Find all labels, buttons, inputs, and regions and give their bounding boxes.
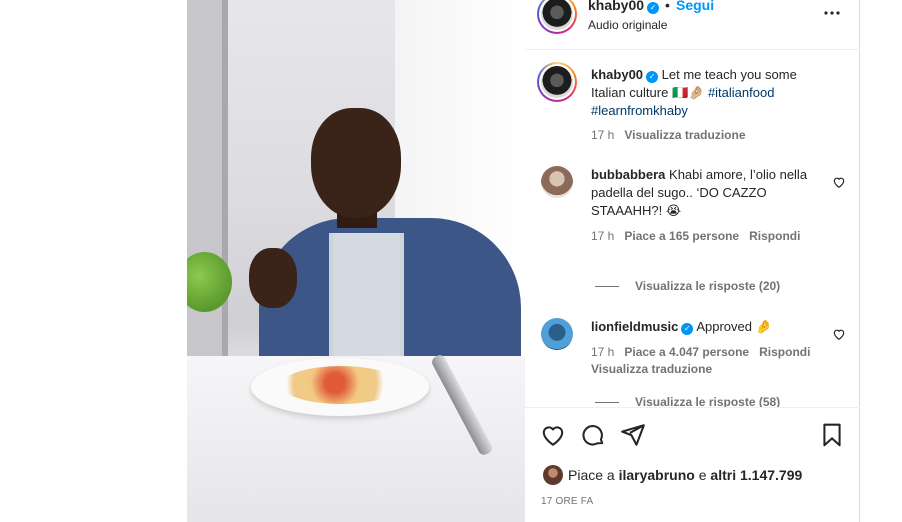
person [249,108,521,378]
translate-link[interactable]: Visualizza traduzione [624,128,745,142]
verified-badge-icon: ✓ [681,323,694,335]
caption-text: khaby00 ✓ Let me teach you some Italian c… [591,67,797,118]
caption-meta: 17 h Visualizza traduzione [591,128,746,142]
reply-button[interactable]: Rispondi [759,345,810,359]
comment-bubble-icon[interactable] [580,422,606,448]
more-options-icon[interactable] [822,3,842,23]
likes-summary[interactable]: Piace a ilaryabruno e altri 1.147.799 [568,467,802,483]
avatar[interactable] [541,318,573,350]
verified-badge-icon: ✓ [646,71,659,83]
comment-text: lionfieldmusic ✓ Approved 🤌 [591,319,772,335]
hashtag-link[interactable]: #italianfood [708,85,775,100]
audio-link[interactable]: Audio originale [588,18,667,32]
avatar[interactable] [543,465,563,485]
avatar[interactable] [541,166,573,198]
view-replies-button[interactable]: Visualizza le risposte (58) [595,395,780,407]
comment-likes[interactable]: Piace a 165 persone [624,229,739,243]
save-bookmark-icon[interactable] [819,422,845,448]
hashtag-link[interactable]: #learnfromkhaby [591,103,688,118]
verified-badge-icon: ✓ [647,2,660,14]
separator-dot: • [665,0,670,13]
comment-username[interactable]: bubbabbera [591,167,665,182]
comment-meta: 17 h Piace a 165 persone Rispondi [591,229,801,243]
comment-likes[interactable]: Piace a 4.047 persone [624,345,749,359]
like-comment-heart-icon[interactable] [832,175,846,189]
share-paper-plane-icon[interactable] [620,422,646,448]
follow-button[interactable]: Segui [676,0,714,13]
like-heart-icon[interactable] [540,422,566,448]
comments-list[interactable]: khaby00 ✓ Let me teach you some Italian c… [525,50,860,407]
post-actions: Piace a ilaryabruno e altri 1.147.799 17… [525,407,860,522]
post-side-panel: khaby00 ✓ • Segui Audio originale khaby00… [525,0,860,522]
post-video[interactable] [187,0,525,522]
comment-text: bubbabbera Khabi amore, l’olio nella pad… [591,167,808,218]
like-comment-heart-icon[interactable] [832,327,846,341]
post-header: khaby00 ✓ • Segui Audio originale [525,0,860,50]
avatar[interactable] [537,62,577,102]
comment-meta: 17 h Piace a 4.047 persone Rispondi [591,345,811,359]
video-background [222,0,228,360]
caption-emoji: 🇮🇹🤌🏼 [671,85,705,100]
view-replies-button[interactable]: Visualizza le risposte (20) [595,279,780,293]
translate-link[interactable]: Visualizza traduzione [591,362,722,376]
pasta [281,366,401,404]
comment-username[interactable]: lionfieldmusic [591,319,678,334]
caption-username[interactable]: khaby00 [591,67,643,82]
post-timestamp: 17 ORE FA [541,496,594,507]
reply-button[interactable]: Rispondi [749,229,800,243]
avatar[interactable] [537,0,577,34]
post-username[interactable]: khaby00 ✓ [588,0,660,14]
